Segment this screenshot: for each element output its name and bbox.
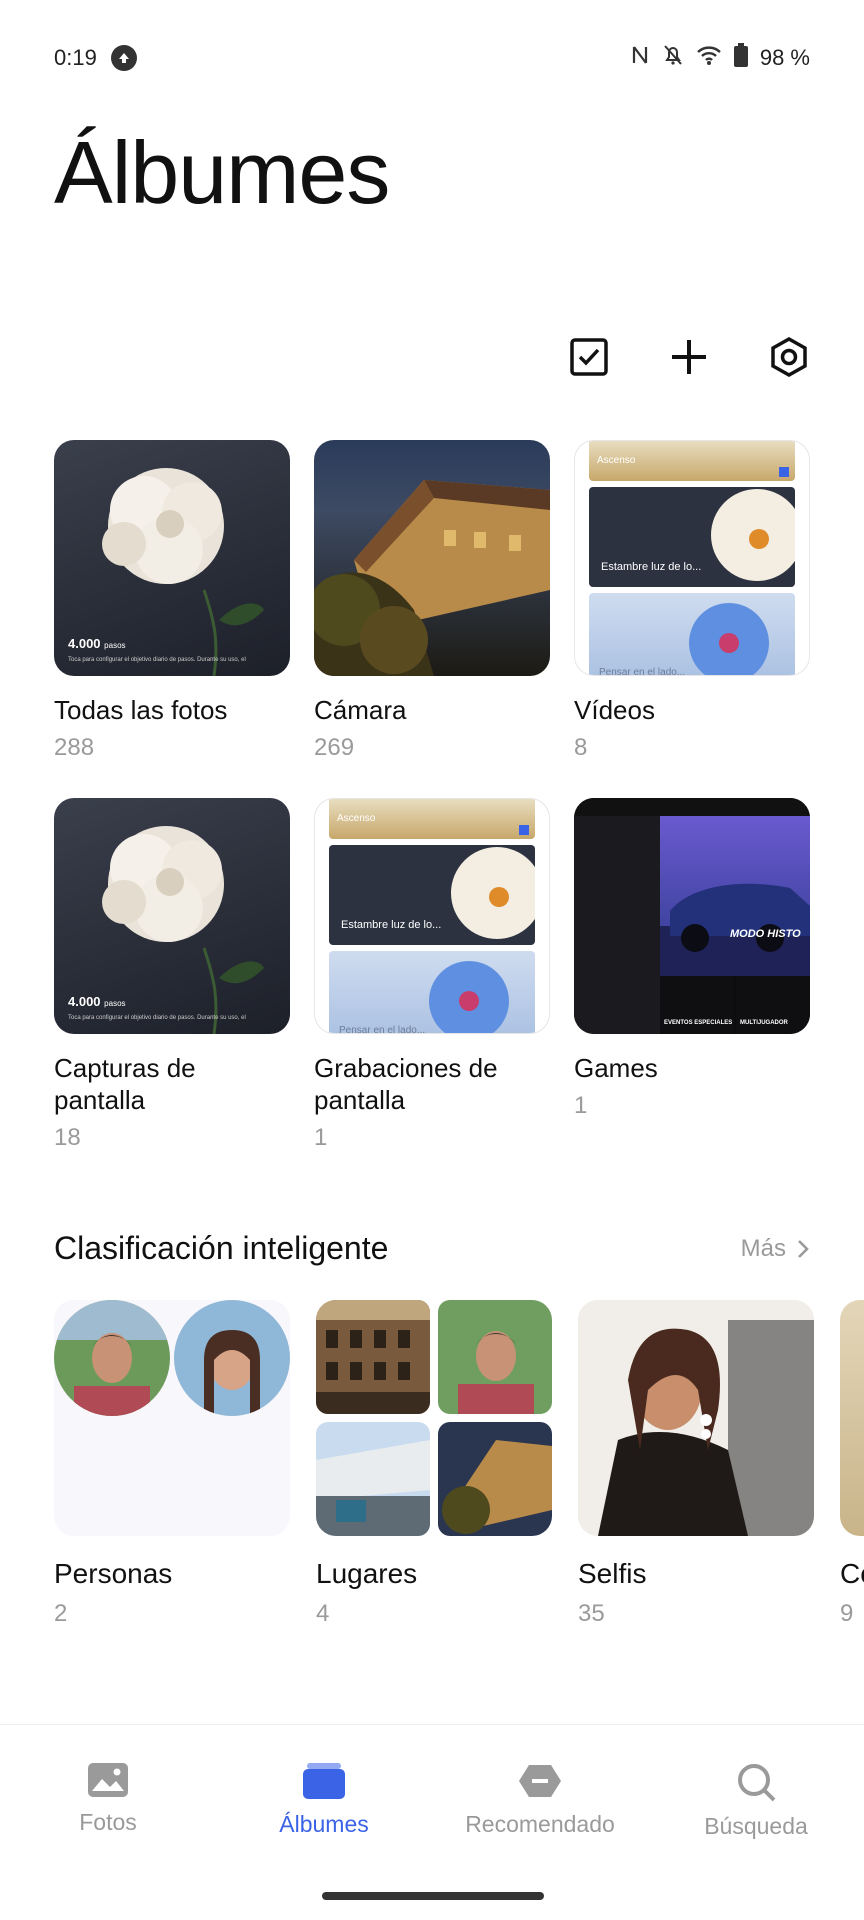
nav-recommended[interactable]: Recomendado	[432, 1725, 648, 1920]
nav-label: Búsqueda	[704, 1813, 808, 1839]
album-name: Vídeos	[574, 695, 655, 725]
tag-icon	[519, 1765, 561, 1797]
wifi-icon	[696, 44, 722, 72]
album-count: 269	[314, 734, 355, 761]
album-thumbnail	[840, 1300, 864, 1536]
nav-photos[interactable]: Fotos	[0, 1725, 216, 1920]
page-title: Álbumes	[54, 123, 390, 222]
smart-partial[interactable]: Co 9	[840, 1300, 864, 1628]
steps-overlay: 4.000 pasos	[68, 994, 126, 1009]
album-thumbnail: 4.000 pasos Toca para configurar el obje…	[54, 440, 290, 676]
album-thumbnail: Ascenso Estambre luz de lo... Pensar en …	[314, 798, 550, 1034]
status-time: 0:19	[54, 45, 97, 70]
bell-muted-icon	[662, 43, 684, 73]
section-title: Clasificación inteligente	[54, 1230, 389, 1266]
smart-name: Personas	[54, 1558, 173, 1589]
bottom-nav: Fotos Álbumes Recomendado Búsqueda	[0, 1724, 864, 1920]
steps-caption: Toca para configurar el objetivo diario …	[68, 657, 246, 663]
album-thumbnail: MODO HISTO EVENTOS ESPECIALES MULTIJUGAD…	[574, 798, 810, 1034]
album-screenshots[interactable]: 4.000 pasos Toca para configurar el obje…	[54, 798, 290, 1198]
select-button[interactable]	[568, 336, 610, 378]
album-camera[interactable]: Cámara 269	[314, 440, 550, 798]
album-grid: 4.000 pasos Toca para configurar el obje…	[54, 440, 810, 1198]
battery-icon	[733, 43, 748, 73]
smart-places[interactable]: Lugares 4	[316, 1300, 552, 1628]
album-count: 8	[574, 734, 588, 761]
smart-name: Selfis	[578, 1558, 647, 1589]
album-name: Capturas de pantalla	[54, 1053, 196, 1115]
steps-caption: Toca para configurar el objetivo diario …	[68, 1015, 246, 1021]
album-name: Todas las fotos	[54, 695, 228, 725]
album-games[interactable]: MODO HISTO EVENTOS ESPECIALES MULTIJUGAD…	[574, 798, 810, 1198]
album-count: 1	[574, 1092, 588, 1119]
smart-count: 35	[578, 1600, 605, 1627]
nav-label: Fotos	[79, 1809, 137, 1835]
album-thumbnail	[578, 1300, 814, 1536]
search-icon	[738, 1764, 776, 1802]
checkbox-icon	[570, 338, 608, 376]
chevron-right-icon	[798, 1239, 809, 1258]
nav-label: Recomendado	[465, 1811, 615, 1837]
album-thumbnail	[314, 440, 550, 676]
settings-button[interactable]	[768, 336, 810, 378]
album-thumbnail: 4.000 pasos Toca para configurar el obje…	[54, 798, 290, 1034]
add-album-button[interactable]	[668, 336, 710, 378]
upload-icon	[110, 45, 137, 71]
nav-label: Álbumes	[279, 1811, 369, 1837]
album-name: Games	[574, 1053, 658, 1083]
gear-icon	[771, 337, 807, 377]
smart-count: 9	[840, 1600, 854, 1627]
smart-people[interactable]: Personas 2	[54, 1300, 290, 1628]
status-bar: 0:19 98 %	[54, 40, 810, 76]
smart-section-header: Clasificación inteligente Más	[54, 1230, 810, 1267]
album-name: Grabaciones de pantalla	[314, 1053, 498, 1115]
more-button[interactable]: Más	[741, 1235, 810, 1263]
smart-count: 4	[316, 1600, 330, 1627]
album-name: Cámara	[314, 695, 407, 725]
plus-icon	[672, 340, 706, 374]
smart-row: Personas 2 Lugares 4 Selfis 35 C 9	[54, 1300, 864, 1628]
image-icon	[88, 1763, 128, 1797]
nav-search[interactable]: Búsqueda	[648, 1725, 864, 1920]
album-count: 1	[314, 1124, 328, 1151]
smart-name: Co	[840, 1558, 864, 1589]
battery-level: 98 %	[759, 45, 810, 70]
nav-albums[interactable]: Álbumes	[216, 1725, 432, 1920]
steps-overlay: 4.000 pasos	[68, 636, 126, 651]
nfc-icon	[630, 44, 650, 72]
more-label: Más	[740, 1234, 786, 1262]
album-count: 288	[54, 734, 95, 761]
album-thumbnail	[316, 1300, 552, 1536]
album-screen-recordings[interactable]: Ascenso Estambre luz de lo... Pensar en …	[314, 798, 550, 1198]
album-thumbnail: Ascenso Estambre luz de lo... Pensar en …	[574, 440, 810, 676]
album-count: 18	[54, 1124, 81, 1151]
album-thumbnail	[54, 1300, 290, 1536]
smart-name: Lugares	[316, 1558, 418, 1589]
album-all-photos[interactable]: 4.000 pasos Toca para configurar el obje…	[54, 440, 290, 798]
home-indicator[interactable]	[322, 1892, 544, 1900]
album-videos[interactable]: Ascenso Estambre luz de lo... Pensar en …	[574, 440, 810, 798]
album-icon	[303, 1763, 345, 1799]
smart-selfies[interactable]: Selfis 35	[578, 1300, 814, 1628]
smart-count: 2	[54, 1600, 68, 1627]
toolbar	[568, 336, 810, 378]
